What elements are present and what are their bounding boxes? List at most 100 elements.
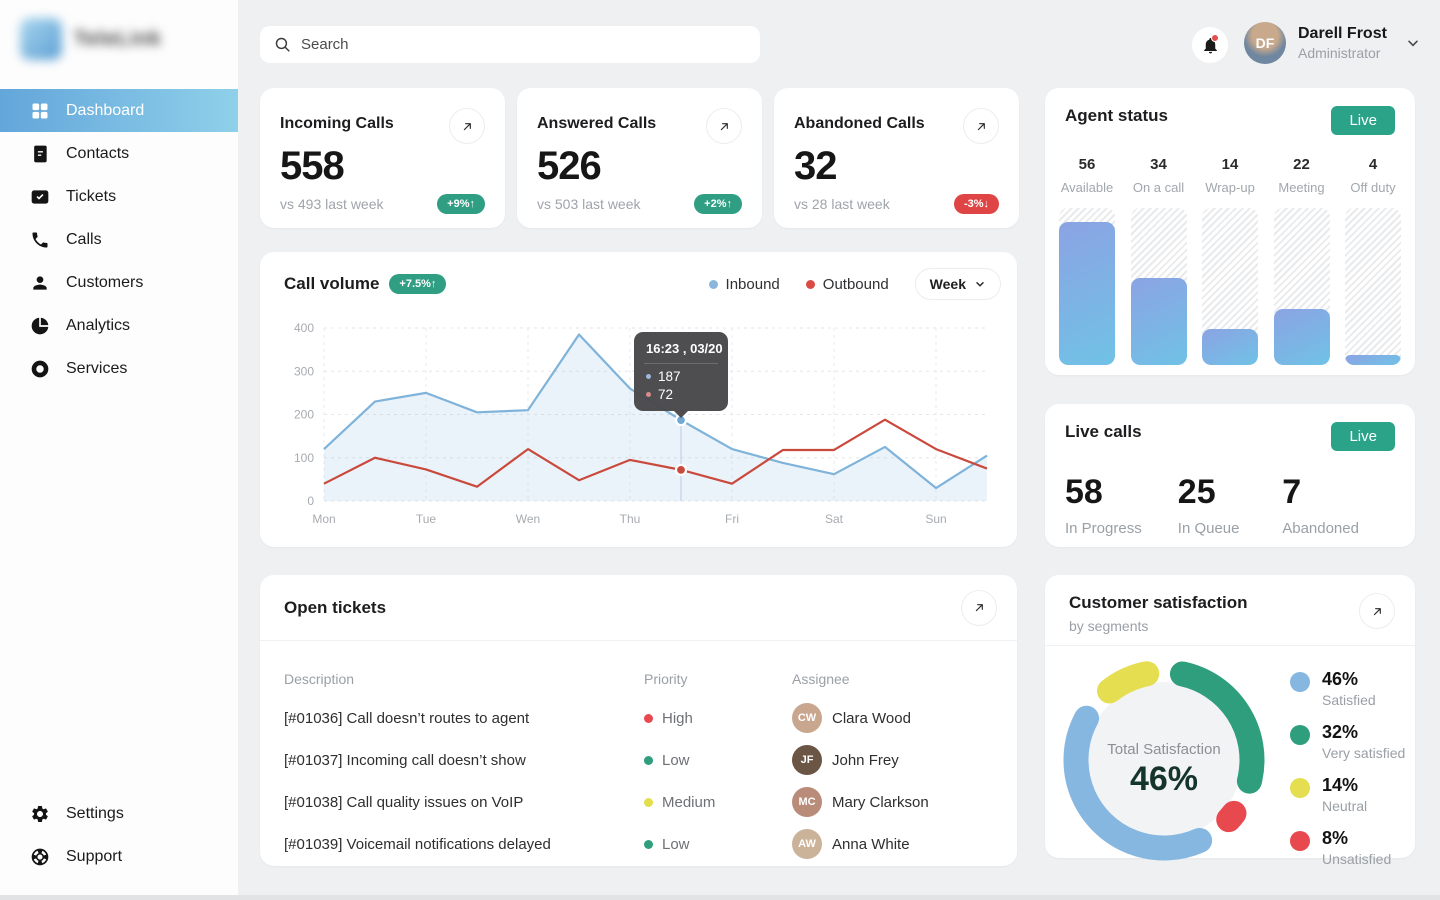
open-tickets-card: Open tickets DescriptionPriorityAssignee… [260,575,1017,866]
notification-badge [1211,34,1219,42]
ticket-description: [#01036] Call doesn’t routes to agent [284,710,644,727]
stat-expand-button[interactable] [706,108,742,144]
live-stat-in-progress: 58In Progress [1065,473,1178,537]
sidebar-footer: SettingsSupport [0,792,238,878]
legend-dot [1290,778,1310,798]
page-bottom-edge [0,895,1440,900]
satisfaction-legend: 46%Satisfied 32%Very satisfied 14% Neutral 8… [1290,669,1405,881]
settings-icon [30,804,50,824]
satisfaction-legend-item: 8% Unsatisfied [1290,828,1405,867]
user-role: Administrator [1298,45,1387,61]
ticket-row[interactable]: [#01037] Incoming call doesn’t showLowJF… [284,739,993,781]
legend-item-outbound[interactable]: Outbound [806,276,889,293]
stat-title: Abandoned Calls [794,108,925,133]
arrow-up-right-icon [1370,604,1385,619]
live-stat-value: 58 [1065,473,1178,512]
sidebar-item-tickets[interactable]: Tickets [0,175,238,218]
stat-trend-badge: +2%↑ [694,194,742,214]
priority-dot [644,798,653,807]
stat-compare: vs 28 last week [794,196,890,212]
stat-value: 526 [537,144,742,188]
satisfaction-legend-item: 14% Neutral [1290,775,1405,814]
stat-expand-button[interactable] [449,108,485,144]
tooltip-row: 72 [646,387,716,402]
sidebar-item-support[interactable]: Support [0,835,238,878]
legend-item-inbound[interactable]: Inbound [709,276,780,293]
notifications-button[interactable] [1192,27,1228,63]
arrow-up-right-icon [717,119,732,134]
donut-center-label: Total Satisfaction [1089,741,1239,758]
segment-percent: 8% [1322,828,1391,849]
ticket-row[interactable]: [#01036] Call doesn’t routes to agentHig… [284,697,993,739]
svg-text:Thu: Thu [620,512,641,526]
search-input[interactable] [301,36,746,53]
agent-state-label: Off duty [1350,180,1395,195]
svg-text:Sun: Sun [925,512,946,526]
search-icon [274,36,291,53]
contacts-icon [30,144,50,164]
assignee-avatar: JF [792,745,822,775]
sidebar-item-contacts[interactable]: Contacts [0,132,238,175]
sidebar-item-analytics[interactable]: Analytics [0,304,238,347]
ticket-description: [#01038] Call quality issues on VoIP [284,794,644,811]
sidebar-item-calls[interactable]: Calls [0,218,238,261]
live-stat-abandoned: 7 Abandoned [1282,473,1395,537]
dashboard-icon [30,101,50,121]
assignee-avatar: CW [792,703,822,733]
segment-label: Neutral [1322,798,1367,814]
arrow-up-right-icon [974,119,989,134]
sidebar-item-settings[interactable]: Settings [0,792,238,835]
svg-text:Tue: Tue [416,512,437,526]
satisfaction-legend-item: 32%Very satisfied [1290,722,1405,761]
call-volume-badge: +7.5%↑ [389,274,446,294]
ticket-row[interactable]: [#01038] Call quality issues on VoIPMedi… [284,781,993,823]
user-name: Darell Frost [1298,25,1387,43]
live-stat-label: In Queue [1178,520,1282,537]
agent-status-column: 22Meeting [1274,156,1330,365]
open-tickets-expand-button[interactable] [961,590,997,626]
agent-bar [1131,278,1187,365]
stat-compare: vs 493 last week [280,196,384,212]
agent-count: 14 [1222,156,1239,173]
sidebar-item-dashboard[interactable]: Dashboard [0,89,238,132]
agent-count: 4 [1369,156,1377,173]
satisfaction-expand-button[interactable] [1359,593,1395,629]
ticket-description: [#01037] Incoming call doesn’t show [284,752,644,769]
svg-text:300: 300 [294,364,314,378]
stat-card-answered-calls: Answered Calls526vs 503 last week+2%↑ [517,88,762,228]
segment-label: Unsatisfied [1322,851,1391,867]
svg-text:200: 200 [294,408,314,422]
period-dropdown[interactable]: Week [915,268,1001,300]
column-header: Description [284,671,644,687]
ticket-row[interactable]: [#01039] Voicemail notifications delayed… [284,823,993,865]
chart-tooltip: 16:23 , 03/20 18772 [634,332,728,411]
segment-percent: 14% [1322,775,1367,796]
agent-status-column: 14 Wrap-up [1202,156,1258,365]
search-bar[interactable] [260,26,760,63]
user-menu[interactable]: DF Darell Frost Administrator [1244,22,1421,64]
agent-bar-track [1202,208,1258,365]
agent-status-column: 34On a call [1131,156,1187,365]
live-stat-label: Abandoned [1282,520,1395,537]
tickets-icon [30,187,50,207]
ticket-assignee: MCMary Clarkson [792,787,993,817]
column-header: Assignee [792,671,993,687]
customer-satisfaction-card: Customer satisfaction by segments Total … [1045,575,1415,858]
live-stat-value: 7 [1282,473,1395,512]
sidebar-nav: DashboardContactsTicketsCallsCustomersAn… [0,89,238,390]
agent-bar-track [1131,208,1187,365]
ticket-priority: Medium [644,794,792,811]
logo-icon [20,18,62,60]
agent-bar [1202,329,1258,365]
agent-state-label: Wrap-up [1205,180,1255,195]
satisfaction-legend-item: 46%Satisfied [1290,669,1405,708]
agent-bar-track [1345,208,1401,365]
sidebar-item-customers[interactable]: Customers [0,261,238,304]
sidebar-item-services[interactable]: Services [0,347,238,390]
agent-bar [1274,309,1330,365]
agent-status-live-badge: Live [1331,106,1395,135]
agent-bar-track [1274,208,1330,365]
agent-state-label: Meeting [1278,180,1324,195]
svg-text:Sat: Sat [825,512,844,526]
stat-expand-button[interactable] [963,108,999,144]
